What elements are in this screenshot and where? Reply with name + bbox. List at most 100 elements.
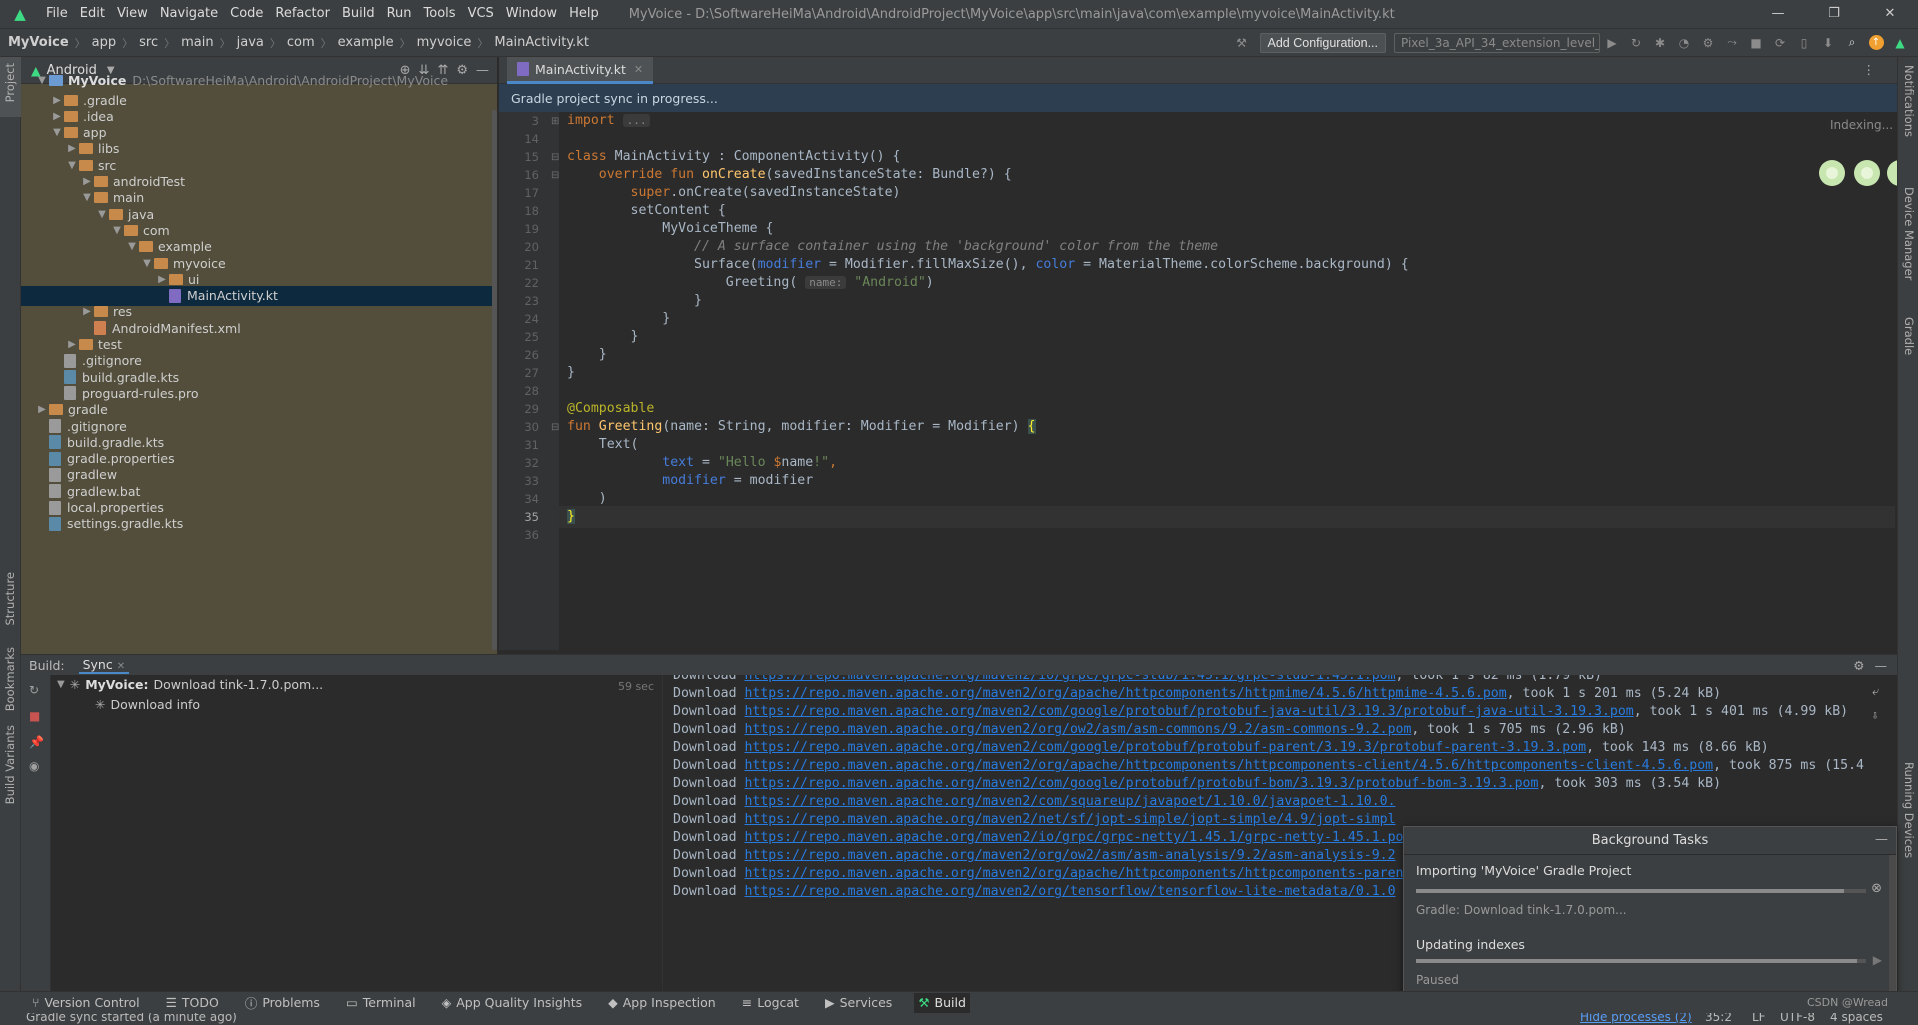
notifications-tool-button[interactable]: Notifications xyxy=(1902,65,1916,137)
debug-icon[interactable]: ✱ xyxy=(1648,32,1672,54)
gradle-tool-button[interactable]: Gradle xyxy=(1902,317,1916,355)
chevron-right-icon[interactable]: ▶ xyxy=(65,339,79,350)
profile-icon[interactable]: ◔ xyxy=(1672,32,1696,54)
soft-wrap-icon[interactable]: ⤶ xyxy=(1872,683,1879,699)
download-link[interactable]: https://repo.maven.apache.org/maven2/io/… xyxy=(744,675,1395,683)
search-icon[interactable]: ⌕ xyxy=(1840,32,1864,54)
popup-scrollbar[interactable] xyxy=(1889,855,1896,995)
more-icon[interactable]: ⋮ xyxy=(1863,62,1876,77)
build-subtask-row[interactable]: ✳ Download info xyxy=(95,697,200,712)
chevron-right-icon[interactable]: ▶ xyxy=(80,306,94,317)
breadcrumb-item[interactable]: app xyxy=(92,35,116,50)
download-link[interactable]: https://repo.maven.apache.org/maven2/org… xyxy=(744,884,1395,899)
tab-services[interactable]: ▶ Services xyxy=(821,993,896,1013)
download-link[interactable]: https://repo.maven.apache.org/maven2/org… xyxy=(744,722,1411,737)
rerun-icon[interactable]: ↻ xyxy=(1624,32,1648,54)
pin-icon[interactable]: 📌 xyxy=(29,735,44,749)
download-link[interactable]: https://repo.maven.apache.org/maven2/org… xyxy=(744,866,1403,881)
download-link[interactable]: https://repo.maven.apache.org/maven2/org… xyxy=(744,686,1506,701)
download-link[interactable]: https://repo.maven.apache.org/maven2/com… xyxy=(744,794,1395,809)
chevron-down-icon[interactable]: ▼ xyxy=(125,241,139,252)
tab-terminal[interactable]: ▭ Terminal xyxy=(342,993,420,1013)
breadcrumb-item[interactable]: example xyxy=(338,35,394,50)
tab-problems[interactable]: ⓘ Problems xyxy=(241,993,324,1013)
eye-icon[interactable]: ◉ xyxy=(29,759,39,773)
minimize-icon[interactable]: — xyxy=(1875,832,1888,847)
breadcrumb-item[interactable]: main xyxy=(181,35,213,50)
download-link[interactable]: https://repo.maven.apache.org/maven2/com… xyxy=(744,740,1586,755)
android-logo-icon[interactable]: ▲ xyxy=(1888,32,1912,54)
device-manager-icon[interactable]: ▯ xyxy=(1792,32,1816,54)
menu-run[interactable]: Run xyxy=(381,0,418,28)
sdk-manager-icon[interactable]: ⬇ xyxy=(1816,32,1840,54)
gear-icon[interactable]: ⚙ xyxy=(1853,658,1874,673)
chevron-down-icon[interactable]: ▼ xyxy=(140,258,154,269)
tab-logcat[interactable]: ≡ Logcat xyxy=(738,993,803,1013)
indent-setting[interactable]: 4 spaces xyxy=(1830,1013,1883,1024)
caret-position[interactable]: 35:2 xyxy=(1705,1013,1732,1024)
tab-mainactivity[interactable]: MainActivity.kt ✕ xyxy=(507,57,654,84)
menu-refactor[interactable]: Refactor xyxy=(269,0,336,28)
menu-file[interactable]: File xyxy=(40,0,74,28)
attach-debugger-icon[interactable]: ⚙ xyxy=(1696,32,1720,54)
chevron-right-icon[interactable]: ▶ xyxy=(35,404,49,415)
update-icon[interactable]: ↑ xyxy=(1864,32,1888,54)
close-tab-icon[interactable]: ✕ xyxy=(117,661,125,672)
chevron-right-icon[interactable]: ▶ xyxy=(155,274,169,285)
menu-edit[interactable]: Edit xyxy=(74,0,111,28)
breadcrumb-item[interactable]: com xyxy=(287,35,315,50)
stop-icon[interactable]: ■ xyxy=(1744,32,1768,54)
menu-view[interactable]: View xyxy=(111,0,154,28)
hide-icon[interactable]: — xyxy=(1875,658,1898,673)
download-link[interactable]: https://repo.maven.apache.org/maven2/org… xyxy=(744,758,1713,773)
tab-sync[interactable]: Sync ✕ xyxy=(78,657,130,674)
device-selector[interactable]: Pixel_3a_API_34_extension_level_7_x86_64 xyxy=(1394,32,1600,53)
hammer-icon[interactable]: ⚒ xyxy=(1230,32,1254,54)
chevron-down-icon[interactable]: ▼ xyxy=(50,127,64,138)
tab-version-control[interactable]: ⑂ Version Control xyxy=(28,993,144,1013)
breadcrumb-item[interactable]: MainActivity.kt xyxy=(494,35,589,50)
restore-icon[interactable]: ❐ xyxy=(1806,0,1862,28)
line-separator[interactable]: LF xyxy=(1752,1013,1766,1024)
add-configuration-button[interactable]: Add Configuration... xyxy=(1259,32,1386,53)
project-tree-item[interactable]: settings.gradle.kts xyxy=(21,514,497,534)
close-tab-icon[interactable]: ✕ xyxy=(634,63,643,76)
project-root-row[interactable]: ▼ MyVoice D:\SoftwareHeiMa\Android\Android… xyxy=(21,70,497,90)
sync-gradle-icon[interactable]: ⟳ xyxy=(1768,32,1792,54)
download-link[interactable]: https://repo.maven.apache.org/maven2/com… xyxy=(744,776,1538,791)
tab-build[interactable]: ⚒ Build xyxy=(914,992,970,1013)
project-scrollbar[interactable] xyxy=(492,110,497,650)
breadcrumb-item[interactable]: MyVoice xyxy=(8,35,69,50)
bookmarks-tool-button[interactable]: Bookmarks xyxy=(3,647,17,711)
tab-app-inspection[interactable]: ◆ App Inspection xyxy=(604,993,720,1013)
build-variants-tool-button[interactable]: Build Variants xyxy=(3,725,17,804)
chevron-right-icon[interactable]: ▶ xyxy=(65,143,79,154)
breadcrumb-item[interactable]: myvoice xyxy=(417,35,472,50)
chevron-down-icon[interactable]: ▼ xyxy=(95,209,109,220)
project-tool-button[interactable]: Project xyxy=(3,63,17,102)
resume-task-icon[interactable]: ▶ xyxy=(1873,953,1882,967)
rerun-icon[interactable]: ↻ xyxy=(29,683,39,697)
tab-todo[interactable]: ☰ TODO xyxy=(162,993,223,1013)
chevron-right-icon[interactable]: ▶ xyxy=(80,176,94,187)
download-link[interactable]: https://repo.maven.apache.org/maven2/net… xyxy=(744,812,1395,827)
breadcrumb-item[interactable]: java xyxy=(237,35,264,50)
download-link[interactable]: https://repo.maven.apache.org/maven2/com… xyxy=(744,704,1633,719)
chevron-right-icon[interactable]: ▶ xyxy=(50,111,64,122)
chevron-down-icon[interactable]: ▼ xyxy=(65,160,79,171)
folded-imports[interactable]: ... xyxy=(622,114,651,127)
menu-vcs[interactable]: VCS xyxy=(462,0,500,28)
menu-code[interactable]: Code xyxy=(224,0,269,28)
tab-app-quality-insights[interactable]: ◈ App Quality Insights xyxy=(438,993,587,1013)
hide-processes-link[interactable]: Hide processes (2) xyxy=(1580,1013,1692,1024)
cancel-task-icon[interactable]: ⊗ xyxy=(1871,881,1882,896)
menu-build[interactable]: Build xyxy=(336,0,381,28)
file-encoding[interactable]: UTF-8 xyxy=(1780,1013,1815,1024)
close-icon[interactable]: ✕ xyxy=(1862,0,1918,28)
device-manager-tool-button[interactable]: Device Manager xyxy=(1902,187,1916,280)
menu-help[interactable]: Help xyxy=(563,0,605,28)
breadcrumb-item[interactable]: src xyxy=(139,35,158,50)
chevron-down-icon[interactable]: ▼ xyxy=(35,75,49,86)
structure-tool-button[interactable]: Structure xyxy=(3,572,17,626)
menu-navigate[interactable]: Navigate xyxy=(154,0,224,28)
